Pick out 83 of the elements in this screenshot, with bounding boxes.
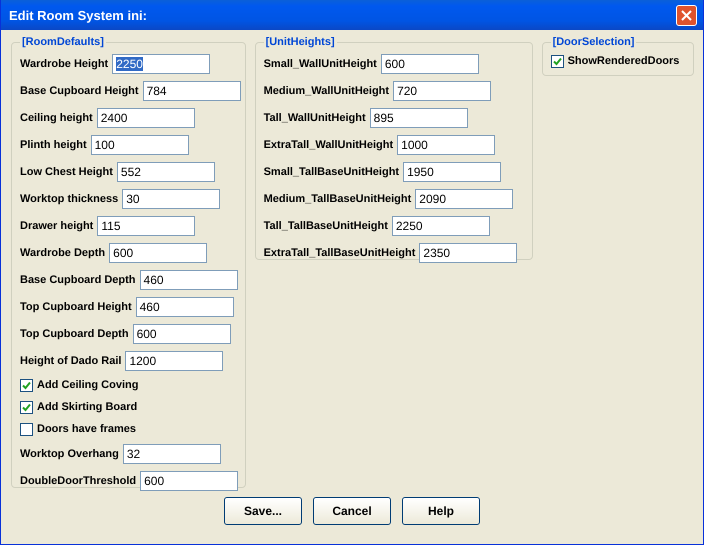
field-value: 100 [94,138,115,152]
input-field[interactable]: 1200 [125,350,224,370]
input-field[interactable]: 600 [132,324,231,344]
input-field[interactable]: 600 [140,470,238,490]
input-field[interactable]: 895 [370,108,468,128]
input-field[interactable]: 2090 [415,188,514,208]
field-label: Height of Dado Rail [20,354,122,366]
checkbox[interactable] [550,54,564,68]
checkbox-label: Doors have frames [37,423,136,435]
field-value: 600 [113,246,134,260]
input-field[interactable]: 720 [393,80,492,100]
input-field[interactable]: 2250 [112,54,210,74]
input-field[interactable]: 2350 [419,242,518,262]
input-field[interactable]: 1950 [403,162,502,182]
input-field[interactable]: 30 [122,188,220,208]
checkbox[interactable] [20,400,33,414]
checkbox-label: Add Skirting Board [37,401,138,413]
field-label: ExtraTall_WallUnitHeight [264,138,394,150]
input-field[interactable]: 784 [142,80,241,100]
field-value: 2250 [116,56,143,70]
field-label: Small_WallUnitHeight [264,58,377,70]
field-value: 720 [397,84,418,98]
group-title: [DoorSelection] [552,36,636,48]
close-button[interactable] [676,4,697,26]
field-label: Worktop thickness [20,192,118,204]
field-value: 552 [120,164,141,178]
input-field[interactable]: 600 [109,242,208,262]
field-label: Drawer height [20,220,94,232]
dialog-button[interactable]: Cancel [313,497,391,525]
field-value: 32 [126,446,140,460]
input-field[interactable]: 552 [116,162,215,182]
checkbox-label: Add Ceiling Coving [37,379,138,391]
field-label: ExtraTall_TallBaseUnitHeight [264,246,416,258]
field-label: Worktop Overhang [20,448,119,460]
field-value: 460 [140,300,160,314]
input-field[interactable]: 460 [140,270,238,290]
input-field[interactable]: 2400 [96,108,195,128]
input-field[interactable]: 115 [97,216,196,236]
checkbox[interactable] [20,422,33,436]
field-label: Medium_WallUnitHeight [264,84,390,96]
close-icon [681,10,692,20]
dialog-button[interactable]: Help [402,497,480,525]
field-label: Wardrobe Depth [20,246,106,258]
field-label: Tall_WallUnitHeight [264,112,366,124]
checkbox[interactable] [20,378,33,392]
field-label: Plinth height [20,138,87,150]
field-value: 1000 [401,138,428,152]
window-title: Edit Room System ini: [9,8,147,22]
field-label: Ceiling height [20,112,93,124]
input-field[interactable]: 100 [90,134,189,154]
field-value: 895 [374,110,394,124]
field-label: Top Cupboard Height [20,300,132,312]
field-label: Low Chest Height [20,166,113,178]
group-title: [UnitHeights] [264,36,336,48]
input-field[interactable]: 460 [136,296,234,316]
input-field[interactable]: 1000 [397,134,496,154]
field-value: 30 [126,192,140,206]
input-field[interactable]: 600 [380,54,479,74]
field-value: 2350 [423,246,450,260]
field-value: 460 [144,272,164,286]
field-value: 600 [144,474,164,488]
input-field[interactable]: 32 [122,444,221,464]
field-label: Small_TallBaseUnitHeight [264,166,400,178]
field-value: 2250 [396,218,423,232]
field-value: 784 [146,84,167,98]
field-label: Medium_TallBaseUnitHeight [264,192,412,204]
field-value: 1950 [407,164,434,178]
field-label: Top Cupboard Depth [20,328,129,340]
field-label: Base Cupboard Height [20,84,139,96]
field-value: 2090 [419,192,446,206]
input-field[interactable]: 2250 [392,216,490,236]
field-value: 600 [384,56,405,70]
field-label: DoubleDoorThreshold [20,474,136,486]
field-value: 1200 [129,354,156,368]
field-label: Base Cupboard Depth [20,274,136,286]
field-value: 115 [101,218,120,232]
field-value: 2400 [100,110,128,124]
field-label: Tall_TallBaseUnitHeight [264,220,388,232]
field-value: 600 [136,326,157,340]
dialog-button[interactable]: Save... [224,497,302,525]
checkbox-label: ShowRenderedDoors [568,55,680,67]
field-label: Wardrobe Height [20,58,108,70]
group-title: [RoomDefaults] [21,36,105,48]
